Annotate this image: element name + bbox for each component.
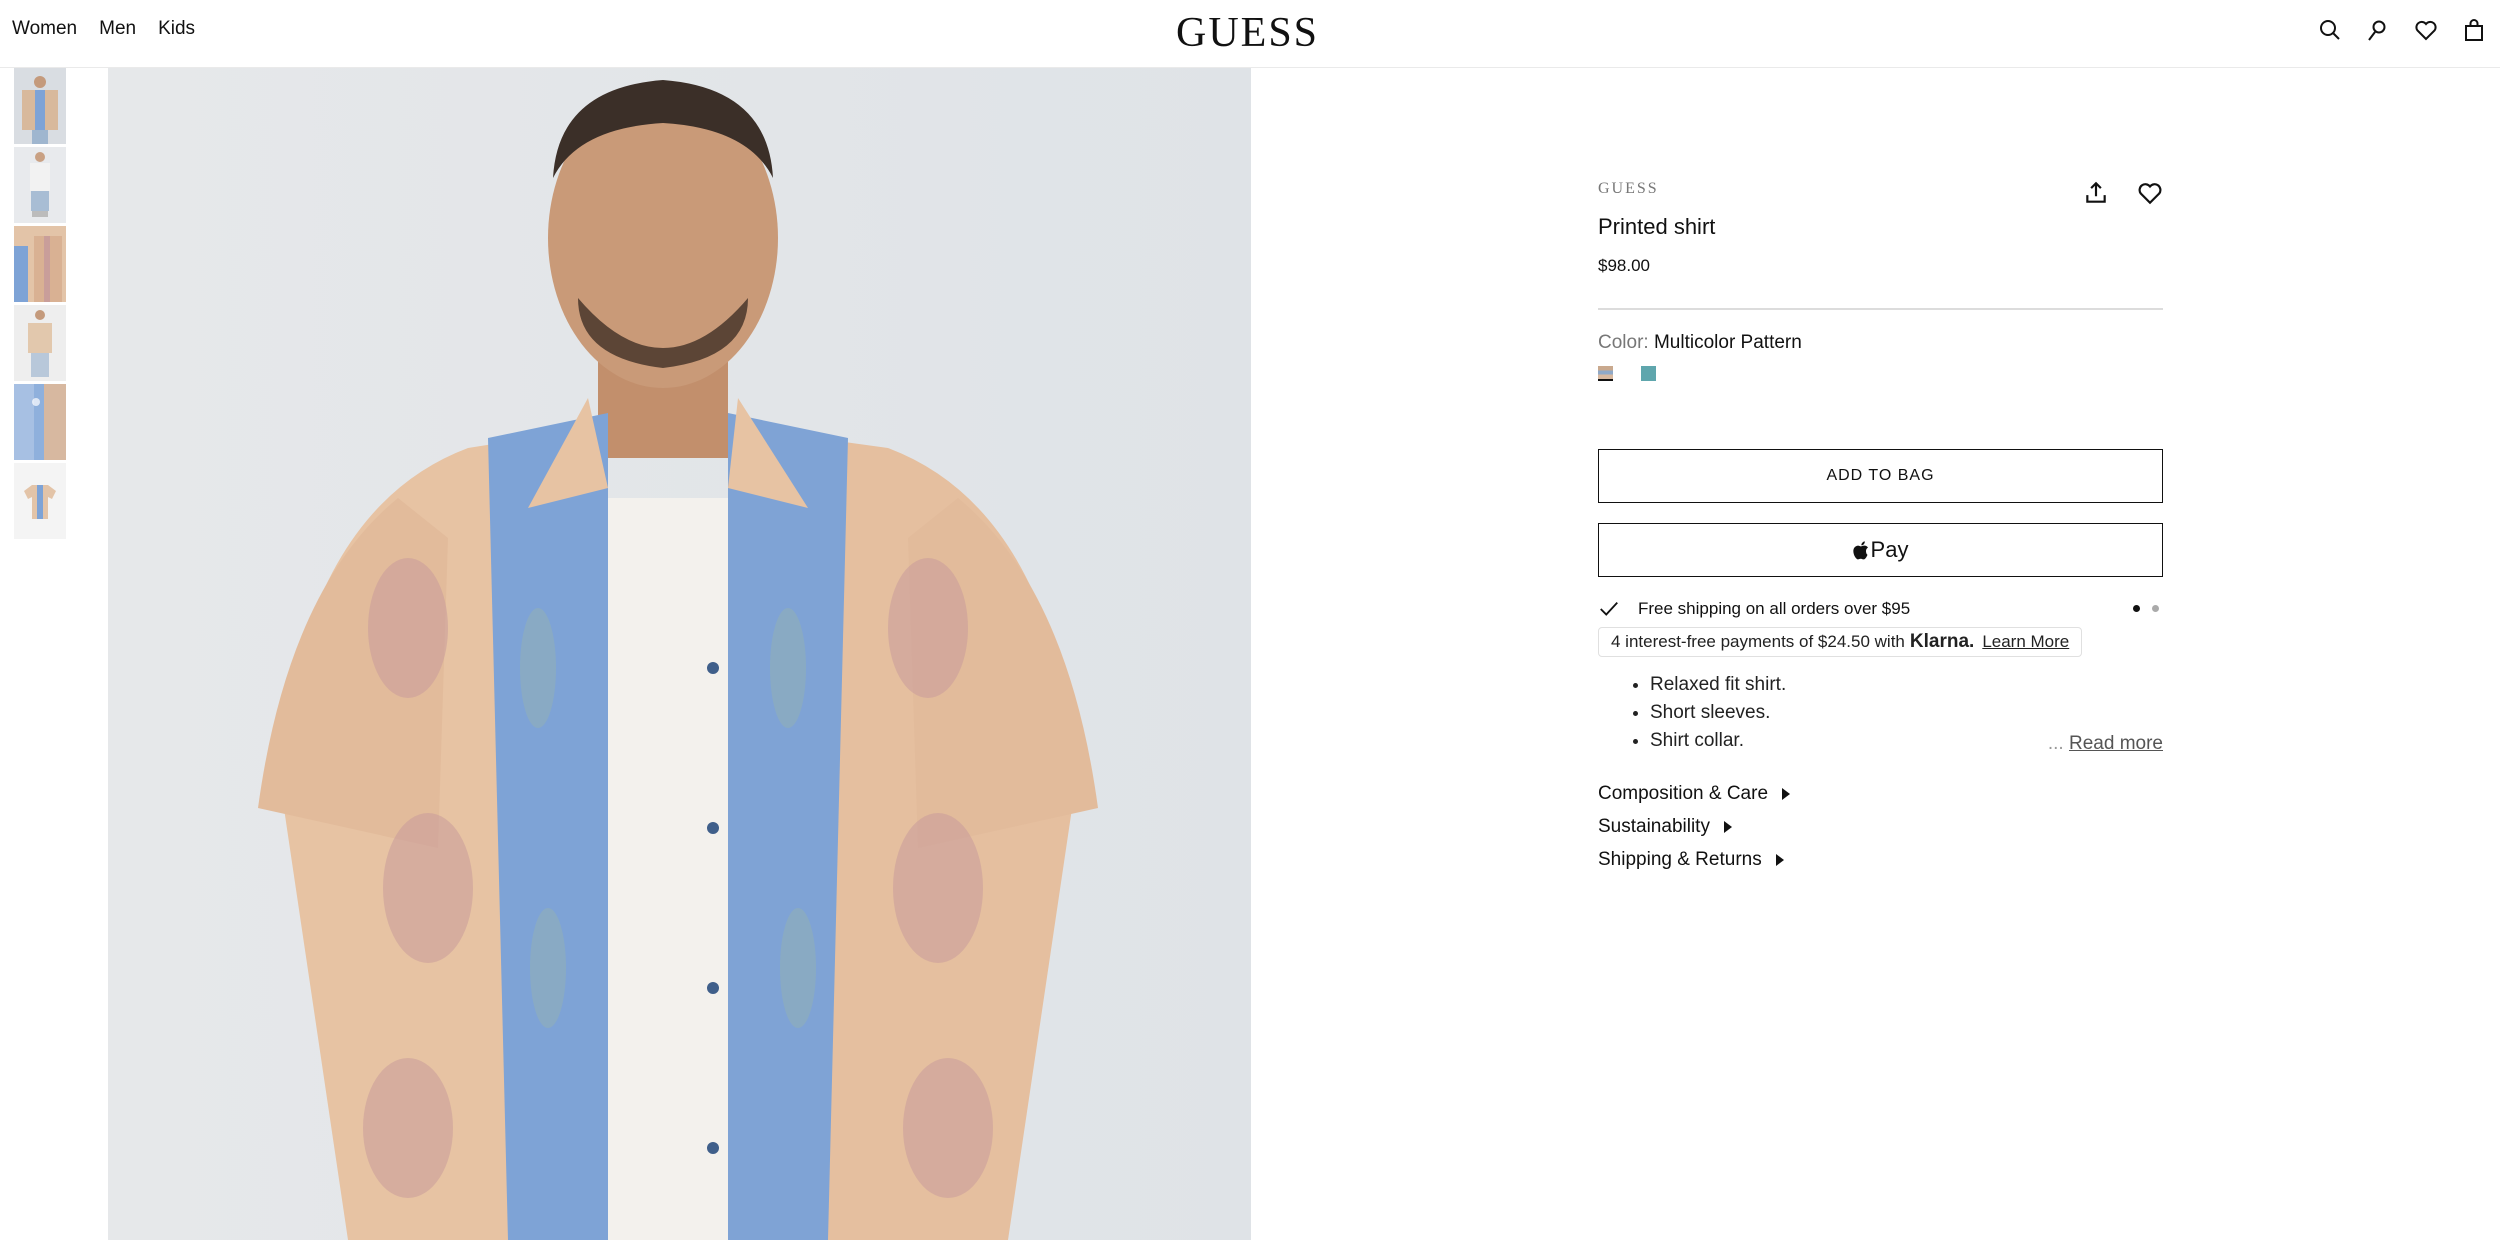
product-main-image[interactable] [108, 68, 1251, 1240]
apple-icon [1852, 540, 1868, 559]
site-header: Women Men Kids GUESS [0, 0, 2500, 68]
swatch-multicolor-pattern[interactable] [1598, 366, 1613, 381]
nav-kids[interactable]: Kids [158, 18, 195, 40]
read-more-link[interactable]: Read more [2069, 733, 2163, 754]
thumbnail-strip [14, 68, 66, 542]
product-features: Relaxed fit shirt. Short sleeves. Shirt … [1650, 671, 2163, 755]
product-title: Printed shirt [1598, 214, 1716, 239]
shipping-promo: Free shipping on all orders over $95 [1598, 597, 2163, 621]
divider [1598, 308, 2163, 310]
accordion-shipping-returns[interactable]: Shipping & Returns [1598, 843, 2163, 876]
accordion-sustainability[interactable]: Sustainability [1598, 810, 2163, 843]
product-info-accordion: Composition & Care Sustainability Shippi… [1598, 777, 2163, 876]
klarna-logo: Klarna. [1909, 631, 1975, 652]
accordion-label: Composition & Care [1598, 782, 1769, 804]
thumbnail-1[interactable] [14, 68, 66, 144]
main-nav: Women Men Kids [12, 18, 195, 40]
apple-pay-button[interactable]: Pay [1598, 523, 2163, 577]
promo-carousel-dots [2133, 605, 2159, 612]
account-icon[interactable] [2366, 18, 2390, 42]
accordion-composition-care[interactable]: Composition & Care [1598, 777, 2163, 810]
swatch-teal[interactable] [1641, 366, 1656, 381]
nav-women[interactable]: Women [12, 18, 77, 40]
color-selector-label: Color: Multicolor Pattern [1598, 332, 2163, 354]
feature-item: Short sleeves. [1650, 699, 2163, 727]
apple-pay-label: Pay [1870, 537, 1909, 562]
thumbnail-4[interactable] [14, 305, 66, 381]
wishlist-icon[interactable] [2137, 180, 2163, 206]
product-actions [2083, 180, 2163, 206]
header-actions [2318, 18, 2486, 42]
promo-dot-active[interactable] [2133, 605, 2140, 612]
expand-arrow-icon [1782, 787, 1791, 800]
check-icon [1600, 601, 1618, 616]
read-more: ... Read more [2048, 733, 2163, 755]
bag-icon[interactable] [2462, 18, 2486, 42]
thumbnail-6[interactable] [14, 463, 66, 539]
thumbnail-2[interactable] [14, 147, 66, 223]
search-icon[interactable] [2318, 18, 2342, 42]
read-more-ellipsis: ... [2047, 733, 2064, 754]
thumbnail-5[interactable] [14, 384, 66, 460]
shipping-promo-text: Free shipping on all orders over $95 [1638, 599, 1911, 618]
klarna-learn-more-link[interactable]: Learn More [1982, 632, 2069, 652]
expand-arrow-icon [1723, 820, 1732, 833]
share-icon[interactable] [2083, 180, 2109, 206]
thumbnail-3[interactable] [14, 226, 66, 302]
klarna-banner: 4 interest-free payments of $24.50 with … [1598, 627, 2083, 657]
promo-dot[interactable] [2152, 605, 2159, 612]
product-details-panel: GUESS Printed shirt $98.00 Color: Multic… [1598, 180, 2163, 876]
brand-logo[interactable]: GUESS [1176, 9, 1319, 57]
wishlist-icon[interactable] [2414, 18, 2438, 42]
color-label: Color: [1598, 332, 1649, 353]
color-swatches [1598, 366, 2163, 381]
accordion-label: Sustainability [1598, 815, 1710, 837]
product-brand: GUESS [1598, 180, 1659, 197]
product-price: $98.00 [1598, 256, 1650, 275]
feature-item: Relaxed fit shirt. [1650, 671, 2163, 699]
klarna-text: 4 interest-free payments of $24.50 with [1611, 632, 1905, 651]
accordion-label: Shipping & Returns [1598, 848, 1762, 870]
nav-men[interactable]: Men [99, 18, 136, 40]
expand-arrow-icon [1775, 853, 1784, 866]
color-value: Multicolor Pattern [1653, 332, 1802, 353]
add-to-bag-button[interactable]: ADD TO BAG [1598, 449, 2163, 503]
